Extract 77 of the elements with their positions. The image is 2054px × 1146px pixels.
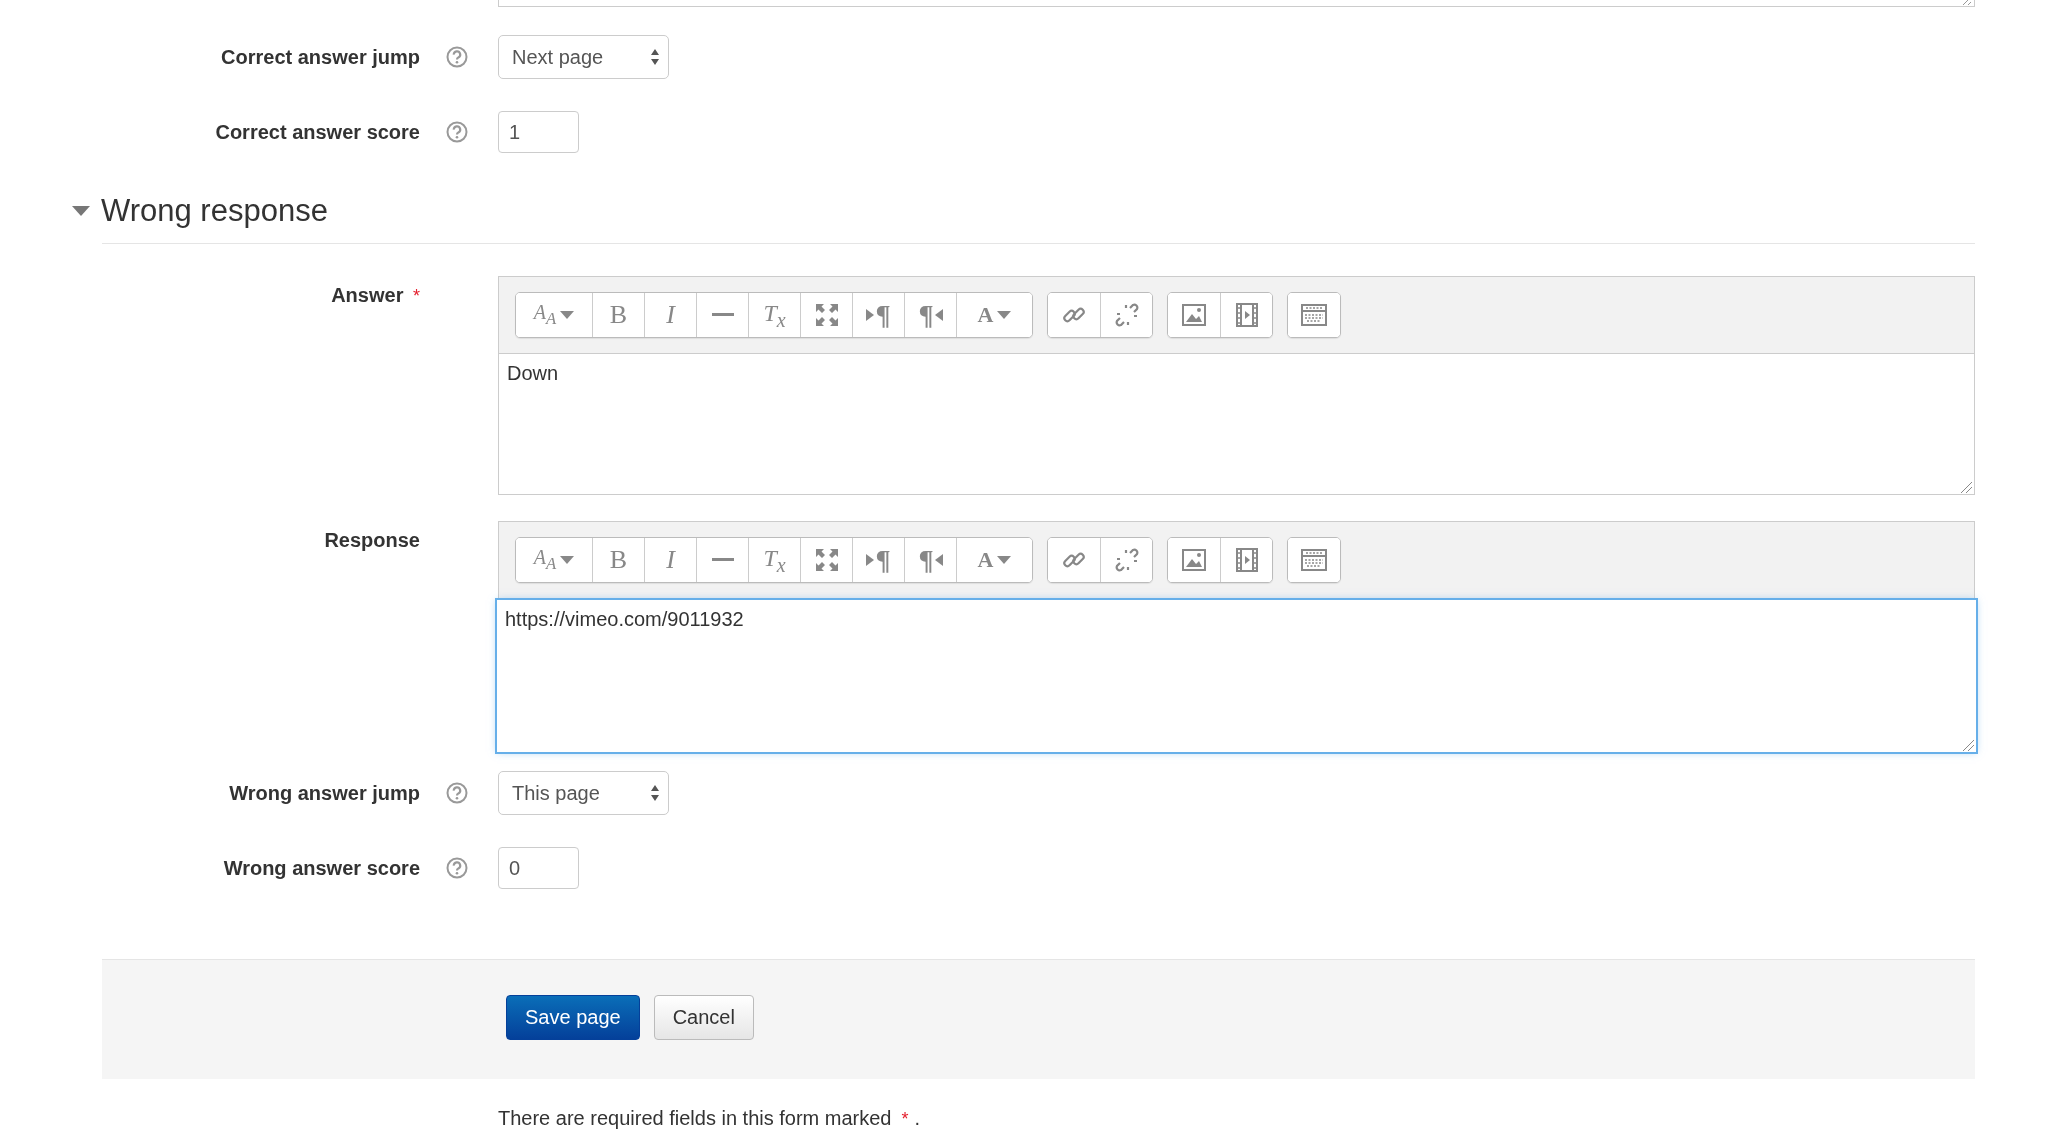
clear-formatting-icon: T$_{x}$ bbox=[763, 300, 786, 330]
save-button[interactable]: Save page bbox=[506, 995, 640, 1040]
font-style-icon: A$_{A}$ bbox=[533, 547, 557, 573]
toolbar-button[interactable]: A$_{A}$ bbox=[516, 538, 592, 582]
bold-icon: B bbox=[609, 302, 628, 328]
toolbar-button[interactable]: T$_{x}$ bbox=[748, 293, 800, 337]
unlink-icon bbox=[1114, 303, 1139, 327]
toolbar-button[interactable]: T$_{x}$ bbox=[748, 538, 800, 582]
toolbar-button[interactable] bbox=[1048, 293, 1100, 337]
toolbar-button[interactable] bbox=[1100, 293, 1152, 337]
toolbar-button[interactable] bbox=[1048, 538, 1100, 582]
toolbar-button[interactable] bbox=[1220, 538, 1272, 582]
toolbar-button[interactable]: A bbox=[956, 538, 1032, 582]
toolbar-button[interactable]: ¶ bbox=[852, 538, 904, 582]
toolbar-button[interactable]: B bbox=[592, 538, 644, 582]
keyboard-icon bbox=[1301, 304, 1327, 326]
toolbar-button[interactable] bbox=[696, 293, 748, 337]
toolbar-button[interactable] bbox=[696, 538, 748, 582]
text-editor-area[interactable]: Down bbox=[499, 354, 1974, 494]
toolbar-button[interactable] bbox=[1288, 293, 1340, 337]
toolbar-button[interactable]: I bbox=[644, 538, 696, 582]
toolbar-button[interactable]: ¶ bbox=[904, 293, 956, 337]
toolbar-button[interactable] bbox=[1168, 293, 1220, 337]
font-color-icon: A bbox=[977, 549, 994, 571]
field-label: Correct answer score bbox=[214, 120, 420, 144]
field-label: Wrong answer score bbox=[222, 856, 420, 880]
horizontal-rule-icon bbox=[711, 313, 734, 317]
section-toggle[interactable]: Wrong response bbox=[72, 193, 328, 229]
select-field[interactable]: This page bbox=[498, 771, 669, 815]
resize-handle-icon[interactable] bbox=[1960, 481, 1972, 493]
unlink-icon bbox=[1114, 548, 1139, 572]
toolbar-button[interactable] bbox=[1100, 538, 1152, 582]
italic-icon: I bbox=[666, 547, 675, 573]
toolbar-button[interactable] bbox=[1168, 538, 1220, 582]
toolbar-button[interactable]: ¶ bbox=[852, 293, 904, 337]
toolbar-button[interactable] bbox=[800, 293, 852, 337]
input-field[interactable]: 0 bbox=[498, 847, 579, 889]
field-label: Answer bbox=[331, 284, 404, 306]
required-mark: * bbox=[901, 1109, 909, 1130]
help-icon[interactable] bbox=[446, 857, 468, 879]
font-color-icon: A bbox=[977, 304, 994, 326]
field-label: Response bbox=[324, 529, 420, 551]
toolbar-button[interactable] bbox=[1288, 538, 1340, 582]
italic-icon: I bbox=[666, 302, 675, 328]
field-label: Correct answer jump bbox=[220, 45, 420, 69]
required-mark: * bbox=[413, 286, 420, 306]
input-field[interactable]: 1 bbox=[498, 111, 579, 153]
help-icon[interactable] bbox=[446, 121, 468, 143]
help-icon[interactable] bbox=[446, 46, 468, 68]
select-field[interactable]: Next page bbox=[498, 35, 669, 79]
expand-icon bbox=[815, 304, 838, 326]
toolbar-button[interactable] bbox=[800, 538, 852, 582]
bold-icon: B bbox=[609, 547, 628, 573]
text-editor-area[interactable]: https://vimeo.com/9011932 bbox=[497, 600, 1976, 752]
cancel-button[interactable]: Cancel bbox=[653, 995, 754, 1040]
keyboard-icon bbox=[1301, 549, 1327, 571]
image-icon bbox=[1182, 549, 1206, 571]
horizontal-rule-icon bbox=[711, 558, 734, 562]
toolbar-button[interactable]: I bbox=[644, 293, 696, 337]
toolbar-button[interactable]: A$_{A}$ bbox=[516, 293, 592, 337]
help-icon[interactable] bbox=[446, 782, 468, 804]
caret-icon bbox=[650, 48, 660, 66]
font-style-icon: A$_{A}$ bbox=[533, 302, 557, 328]
toolbar-button[interactable]: ¶ bbox=[904, 538, 956, 582]
film-icon bbox=[1235, 303, 1258, 327]
clear-formatting-icon: T$_{x}$ bbox=[763, 545, 786, 575]
image-icon bbox=[1182, 304, 1206, 326]
toolbar-button[interactable]: B bbox=[592, 293, 644, 337]
field-label: Wrong answer jump bbox=[228, 781, 420, 805]
note-period: . bbox=[914, 1107, 921, 1130]
required-fields-note: There are required fields in this form marked bbox=[498, 1107, 892, 1130]
resize-handle-icon[interactable] bbox=[1962, 739, 1974, 751]
film-icon bbox=[1235, 548, 1258, 572]
expand-icon bbox=[815, 549, 838, 571]
toolbar-button[interactable] bbox=[1220, 293, 1272, 337]
caret-icon bbox=[650, 784, 660, 802]
toolbar-button[interactable]: A bbox=[956, 293, 1032, 337]
